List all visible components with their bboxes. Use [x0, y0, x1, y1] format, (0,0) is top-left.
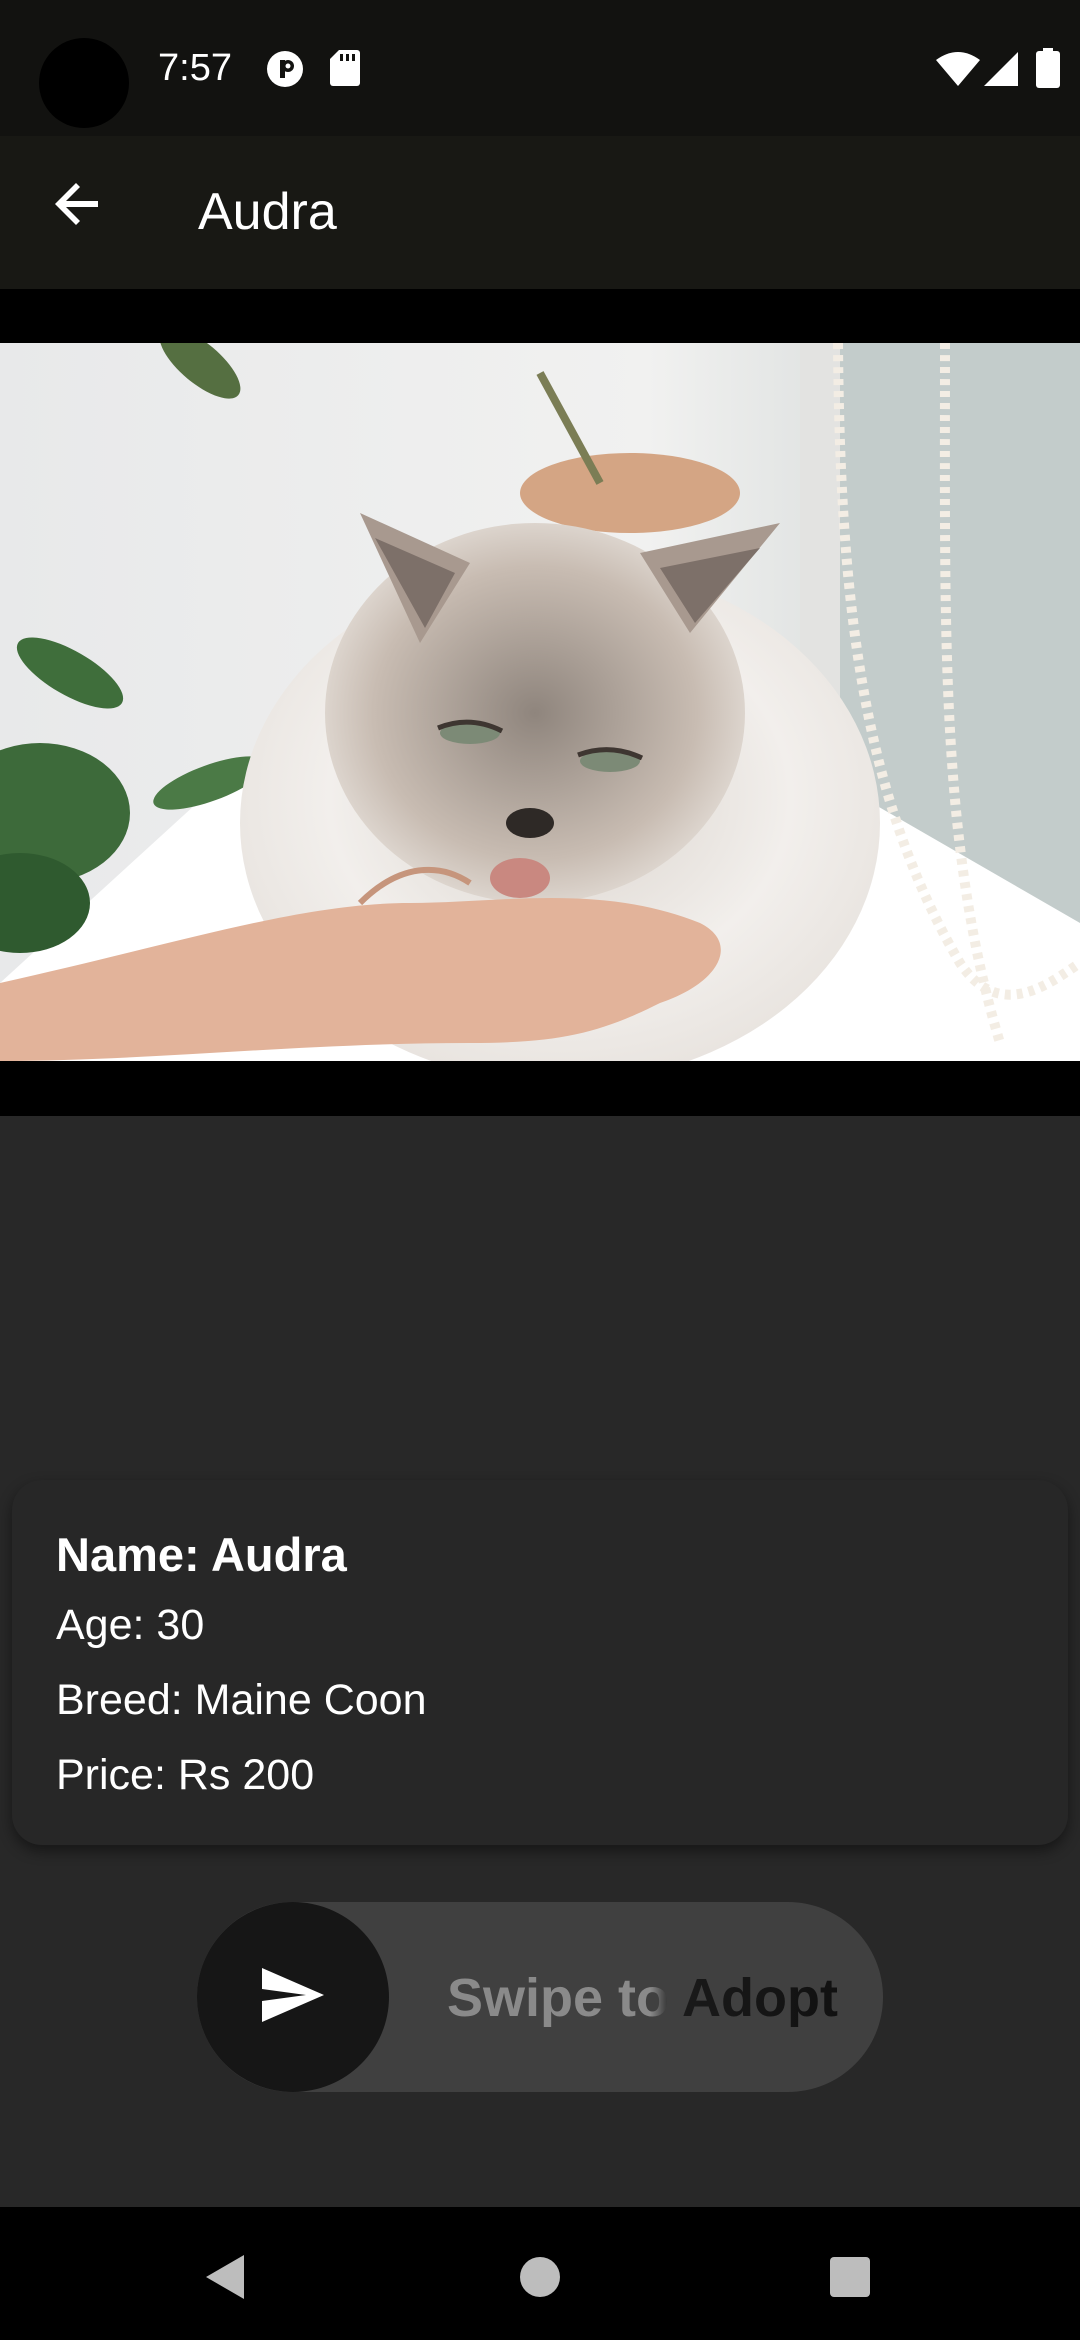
swipe-handle[interactable]: [197, 1902, 389, 2092]
swipe-label: Swipe to Adopt: [447, 1968, 838, 2028]
system-nav-bar: [0, 2207, 1080, 2340]
app-bar: Audra: [0, 136, 1080, 289]
recents-square-icon[interactable]: [820, 2247, 880, 2307]
camera-cutout: [39, 38, 129, 128]
status-time: 7:57: [158, 47, 232, 89]
vpn-key-icon: [266, 50, 304, 88]
swipe-to-adopt-slider[interactable]: Swipe to Adopt: [197, 1902, 883, 2092]
photo-frame: [0, 289, 1080, 1116]
battery-icon: [1036, 48, 1060, 88]
back-button[interactable]: [38, 166, 118, 246]
pet-price: Price: Rs 200: [56, 1751, 315, 1799]
wifi-icon: [936, 52, 980, 86]
home-circle-icon[interactable]: [510, 2247, 570, 2307]
send-icon: [262, 1967, 324, 2027]
page-title: Audra: [198, 183, 337, 241]
pet-details-card: Name: Audra Age: 30 Breed: Maine Coon Pr…: [12, 1480, 1068, 1845]
status-bar: 7:57: [0, 0, 1080, 136]
pet-breed: Breed: Maine Coon: [56, 1676, 427, 1724]
pet-name: Name: Audra: [56, 1528, 347, 1581]
arrow-left-icon: [54, 180, 102, 233]
cat-photo: [0, 343, 1080, 1061]
sd-card-icon: [330, 50, 360, 86]
pet-age: Age: 30: [56, 1601, 205, 1649]
back-triangle-icon[interactable]: [196, 2247, 256, 2307]
cellular-signal-icon: [984, 52, 1018, 86]
